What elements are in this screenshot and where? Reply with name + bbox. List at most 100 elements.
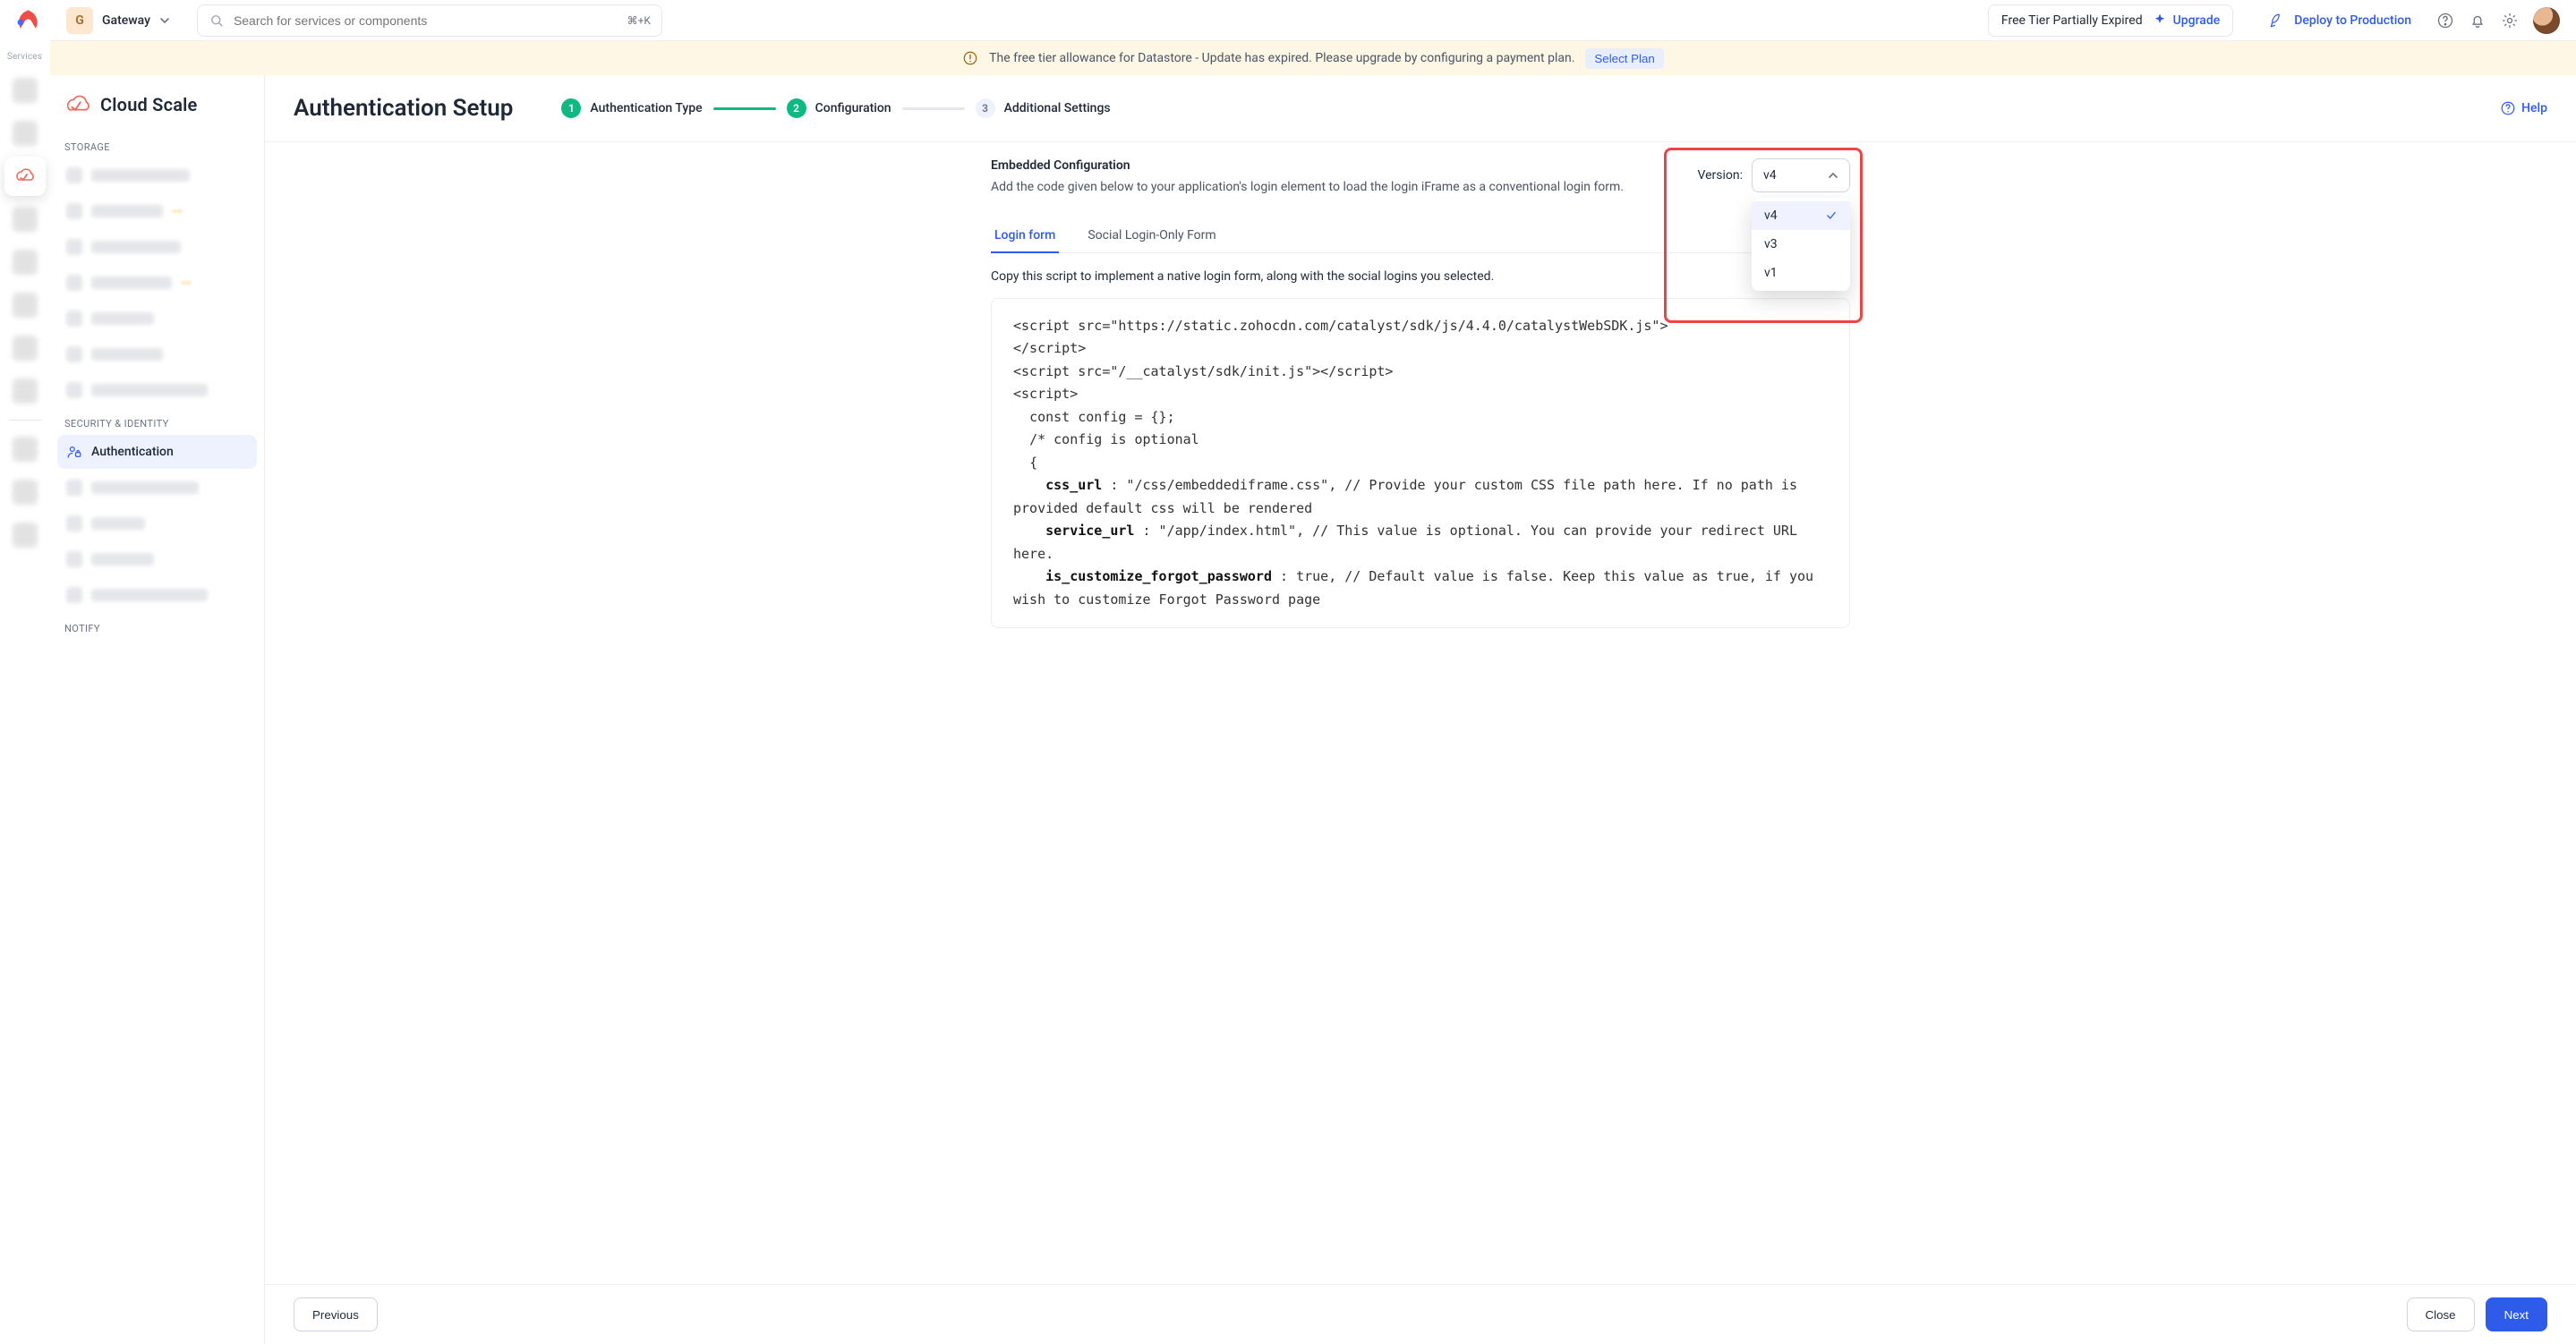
tier-status-text: Free Tier Partially Expired: [2001, 13, 2143, 28]
help-circle-icon: [2500, 100, 2516, 116]
bell-icon[interactable]: [2469, 12, 2486, 30]
rail-item-placeholder[interactable]: [4, 371, 46, 411]
section-storage: STORAGE: [57, 132, 257, 157]
brand-name: Cloud Scale: [100, 94, 198, 115]
page-header: Authentication Setup 1 Authentication Ty…: [265, 75, 2576, 142]
upgrade-link[interactable]: Upgrade: [2152, 13, 2221, 29]
step-label: Additional Settings: [1004, 101, 1111, 115]
warning-icon: [962, 50, 978, 66]
version-option-v4[interactable]: v4: [1752, 201, 1850, 230]
sidebar-item-placeholder[interactable]: [57, 578, 257, 612]
step-label: Configuration: [815, 101, 891, 115]
rail-item-placeholder[interactable]: [4, 328, 46, 368]
close-button[interactable]: Close: [2407, 1297, 2475, 1331]
chevron-up-icon: [1828, 170, 1838, 181]
tier-status-box: Free Tier Partially Expired Upgrade: [1988, 4, 2233, 37]
sidebar-item-placeholder[interactable]: [57, 471, 257, 505]
version-option-label: v4: [1764, 208, 1778, 223]
deploy-label: Deploy to Production: [2294, 13, 2411, 28]
rail-item-placeholder[interactable]: [4, 285, 46, 325]
user-lock-icon: [66, 444, 82, 460]
help-label: Help: [2521, 101, 2547, 115]
step-auth-type[interactable]: 1 Authentication Type: [561, 98, 702, 118]
copy-hint: Copy this script to implement a native l…: [991, 269, 1494, 284]
project-switcher[interactable]: G Gateway: [63, 4, 179, 38]
sidebar-item-placeholder[interactable]: [57, 302, 257, 336]
code-content[interactable]: <script src="https://static.zohocdn.com/…: [1013, 315, 1828, 612]
app-logo-icon: [10, 7, 40, 38]
rail-item-placeholder[interactable]: [4, 515, 46, 555]
help-link[interactable]: Help: [2500, 100, 2547, 116]
expired-tier-banner: The free tier allowance for Datastore - …: [50, 41, 2576, 75]
config-title: Embedded Configuration: [991, 158, 1676, 173]
step-number: 2: [787, 98, 806, 118]
sidebar-item-placeholder[interactable]: [57, 373, 257, 407]
next-button[interactable]: Next: [2486, 1297, 2547, 1331]
project-avatar: G: [66, 7, 93, 34]
top-header: G Gateway ⌘+K Free Tier Partially Expire…: [50, 0, 2576, 41]
brand: Cloud Scale: [57, 88, 257, 131]
step-label: Authentication Type: [590, 101, 702, 115]
project-name: Gateway: [102, 13, 150, 28]
rail-separator: [9, 420, 41, 421]
user-avatar[interactable]: [2533, 7, 2560, 34]
deploy-button[interactable]: Deploy to Production: [2269, 13, 2411, 29]
version-label: Version:: [1697, 168, 1743, 183]
global-search[interactable]: ⌘+K: [197, 4, 662, 37]
step-rail: [902, 107, 965, 110]
step-rail: [713, 107, 776, 110]
sidebar-item-placeholder[interactable]: [57, 194, 257, 228]
sidebar-item-placeholder[interactable]: [57, 266, 257, 300]
search-icon: [209, 13, 225, 29]
version-option-v1[interactable]: v1: [1752, 259, 1850, 287]
help-icon[interactable]: [2436, 12, 2454, 30]
rail-item-cloud-scale[interactable]: [4, 157, 46, 196]
check-icon: [1825, 209, 1838, 222]
sidebar-item-placeholder[interactable]: [57, 158, 257, 192]
banner-text: The free tier allowance for Datastore - …: [989, 51, 1574, 65]
wizard-steps: 1 Authentication Type 2 Configuration 3 …: [561, 98, 1110, 118]
rail-item-placeholder[interactable]: [4, 200, 46, 239]
cloud-scale-icon: [14, 166, 36, 187]
version-selected: v4: [1763, 168, 1777, 183]
sidebar-item-placeholder[interactable]: [57, 506, 257, 540]
select-plan-button[interactable]: Select Plan: [1585, 48, 1663, 69]
service-rail: Services: [0, 0, 50, 1344]
previous-button[interactable]: Previous: [294, 1297, 378, 1331]
config-desc: Add the code given below to your applica…: [991, 178, 1676, 198]
step-configuration[interactable]: 2 Configuration: [787, 98, 891, 118]
step-number: 3: [976, 98, 995, 118]
sidebar-item-placeholder[interactable]: [57, 337, 257, 371]
page-title: Authentication Setup: [294, 95, 513, 122]
version-option-label: v1: [1764, 266, 1778, 280]
tab-social-form[interactable]: Social Login-Only Form: [1084, 219, 1219, 252]
rail-services-label: Services: [7, 52, 42, 62]
gear-icon[interactable]: [2501, 12, 2519, 30]
cloud-scale-brand-icon: [64, 91, 91, 118]
rail-item-placeholder[interactable]: [4, 242, 46, 282]
sidebar-item-authentication[interactable]: Authentication: [57, 435, 257, 469]
rocket-icon: [2269, 13, 2285, 29]
sidebar-item-placeholder[interactable]: [57, 542, 257, 576]
tab-login-form[interactable]: Login form: [991, 219, 1059, 253]
version-select[interactable]: v4: [1752, 158, 1850, 192]
sidebar: Cloud Scale STORAGE SECURITY & IDENTITY …: [50, 75, 265, 1344]
sparkle-icon: [2152, 13, 2168, 29]
code-block: <script src="https://static.zohocdn.com/…: [991, 298, 1850, 629]
step-additional-settings[interactable]: 3 Additional Settings: [976, 98, 1111, 118]
sidebar-item-placeholder[interactable]: [57, 230, 257, 264]
version-option-v3[interactable]: v3: [1752, 230, 1850, 259]
upgrade-label: Upgrade: [2173, 13, 2221, 28]
section-security: SECURITY & IDENTITY: [57, 409, 257, 433]
config-tabs: Login form Social Login-Only Form: [991, 219, 1850, 253]
step-number: 1: [561, 98, 581, 118]
rail-item-placeholder[interactable]: [4, 114, 46, 153]
section-notify: NOTIFY: [57, 614, 257, 638]
rail-item-placeholder[interactable]: [4, 71, 46, 110]
search-shortcut: ⌘+K: [627, 14, 651, 27]
rail-item-placeholder[interactable]: [4, 430, 46, 469]
chevron-down-icon: [159, 15, 170, 26]
rail-item-placeholder[interactable]: [4, 472, 46, 512]
sidebar-auth-label: Authentication: [91, 445, 174, 459]
search-input[interactable]: [234, 13, 618, 28]
